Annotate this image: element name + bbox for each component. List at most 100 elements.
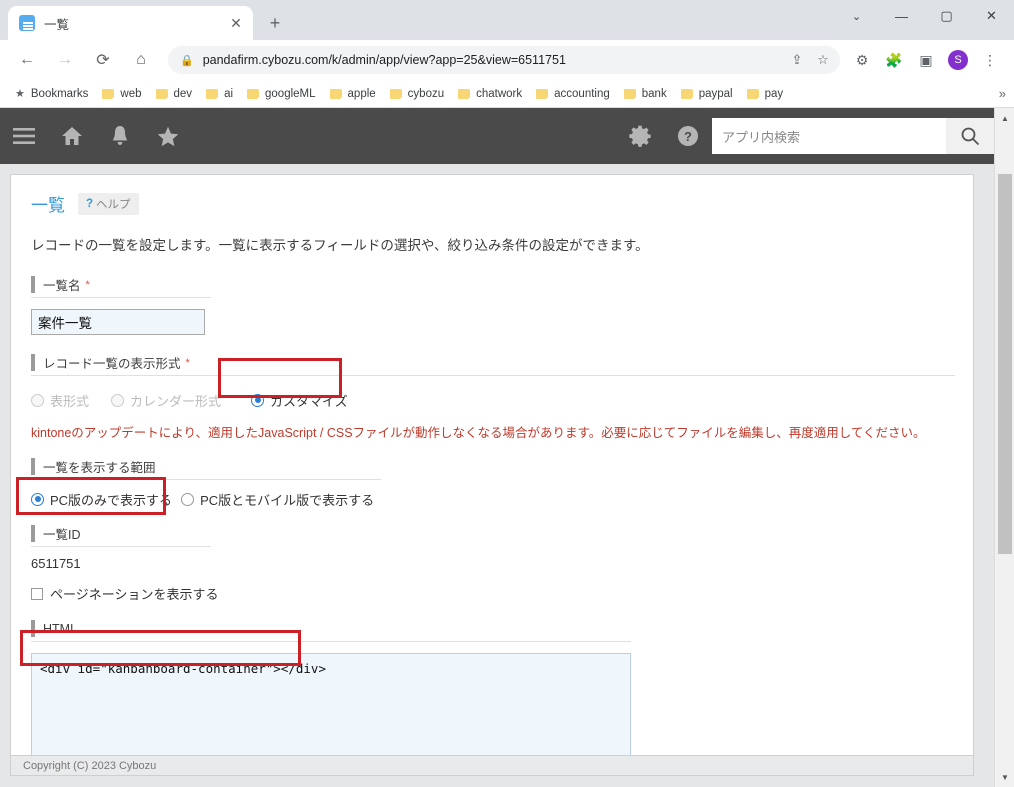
- help-button-label: ヘルプ: [96, 196, 131, 212]
- radio-label: カレンダー形式: [130, 391, 221, 410]
- bookmark-label: apple: [348, 88, 376, 100]
- radio-label: 表形式: [50, 391, 89, 410]
- bookmark-label: accounting: [554, 88, 610, 100]
- radio-label: PC版のみで表示する: [50, 490, 172, 509]
- page-title-row: 一覧 ? ヘルプ: [31, 191, 953, 216]
- kebab-menu-icon[interactable]: ⋮: [977, 47, 1003, 73]
- side-panel-icon[interactable]: ▣: [913, 47, 939, 73]
- bookmark-label: pay: [765, 88, 784, 100]
- close-window-icon[interactable]: ✕: [969, 0, 1014, 32]
- radio-option-calendar[interactable]: カレンダー形式: [111, 391, 221, 410]
- help-button[interactable]: ? ヘルプ: [78, 193, 139, 215]
- bookmark-item-dev[interactable]: dev: [149, 83, 200, 105]
- radio-option-customize[interactable]: カスタマイズ: [251, 391, 348, 410]
- radio-option-pc-and-mobile[interactable]: PC版とモバイル版で表示する: [181, 490, 374, 509]
- new-tab-button[interactable]: +: [261, 9, 289, 37]
- field-label-text: 一覧を表示する範囲: [43, 457, 156, 476]
- field-label: 一覧名 *: [31, 276, 953, 293]
- bookmark-label: googleML: [265, 88, 316, 100]
- bookmark-item-ai[interactable]: ai: [199, 83, 240, 105]
- radio-icon[interactable]: [111, 394, 124, 407]
- bookmark-item-chatwork[interactable]: chatwork: [451, 83, 529, 105]
- update-warning-text: kintoneのアップデートにより、適用したJavaScript / CSSファ…: [31, 424, 953, 443]
- radio-icon[interactable]: [181, 493, 194, 506]
- page-title: 一覧: [31, 191, 65, 216]
- bookmark-label: chatwork: [476, 88, 522, 100]
- view-name-input[interactable]: 案件一覧: [31, 309, 205, 335]
- forward-icon[interactable]: →: [51, 46, 79, 74]
- star-outline-icon[interactable]: ☆: [810, 47, 836, 73]
- folder-icon: [681, 89, 693, 99]
- folder-icon: [624, 89, 636, 99]
- copyright-footer: Copyright (C) 2023 Cybozu: [11, 755, 974, 775]
- field-label-text: HTML: [43, 622, 77, 636]
- hamburger-menu-icon[interactable]: [0, 108, 48, 164]
- share-icon[interactable]: ⇪: [784, 47, 810, 73]
- bookmark-item-web[interactable]: web: [95, 83, 148, 105]
- address-bar[interactable]: 🔒 pandafirm.cybozu.com/k/admin/app/view?…: [168, 46, 840, 74]
- divider: [31, 297, 211, 298]
- bookmarks-overflow-icon[interactable]: »: [999, 86, 1006, 101]
- bookmark-item-accounting[interactable]: accounting: [529, 83, 617, 105]
- checkbox-icon[interactable]: [31, 588, 43, 600]
- star-icon[interactable]: [144, 108, 192, 164]
- reload-icon[interactable]: ⟳: [89, 46, 117, 74]
- field-label: HTML: [31, 620, 953, 637]
- home-icon[interactable]: ⌂: [127, 46, 155, 74]
- field-html: HTML <div id="kanbanboard-container"></d…: [31, 620, 953, 776]
- scrollbar-thumb[interactable]: [998, 174, 1012, 554]
- extensions-icon[interactable]: 🧩: [881, 47, 907, 73]
- gear-icon[interactable]: [616, 108, 664, 164]
- pagination-checkbox-row[interactable]: ページネーションを表示する: [31, 584, 953, 603]
- scroll-up-icon[interactable]: ▲: [995, 108, 1014, 128]
- folder-icon: [206, 89, 218, 99]
- back-icon[interactable]: ←: [13, 46, 41, 74]
- avatar[interactable]: S: [948, 50, 968, 70]
- bookmark-item-cybozu[interactable]: cybozu: [383, 83, 451, 105]
- radio-label: PC版とモバイル版で表示する: [200, 490, 374, 509]
- kintone-header: ? アプリ内検索: [0, 108, 994, 164]
- radio-icon[interactable]: [31, 493, 44, 506]
- search-input[interactable]: アプリ内検索: [712, 118, 946, 154]
- browser-tab[interactable]: 一覧 ✕: [8, 6, 253, 40]
- close-icon[interactable]: ✕: [227, 14, 245, 32]
- bookmark-item-paypal[interactable]: paypal: [674, 83, 740, 105]
- chevron-down-icon[interactable]: ⌄: [834, 0, 879, 32]
- bookmark-label: web: [120, 88, 141, 100]
- radio-option-pc-only[interactable]: PC版のみで表示する: [31, 490, 172, 509]
- folder-icon: [330, 89, 342, 99]
- star-icon: ★: [15, 87, 25, 100]
- bookmark-label: Bookmarks: [31, 88, 89, 100]
- scroll-down-icon[interactable]: ▼: [995, 767, 1014, 787]
- vertical-scrollbar[interactable]: ▲ ▼: [994, 108, 1014, 787]
- minimize-icon[interactable]: —: [879, 0, 924, 32]
- bookmark-item-pay[interactable]: pay: [740, 83, 791, 105]
- browser-toolbar: ← → ⟳ ⌂ 🔒 pandafirm.cybozu.com/k/admin/a…: [0, 40, 1014, 80]
- radio-icon[interactable]: [31, 394, 44, 407]
- field-view-id: 一覧ID 6511751: [31, 525, 953, 571]
- radio-option-table[interactable]: 表形式: [31, 391, 89, 410]
- home-icon[interactable]: [48, 108, 96, 164]
- field-view-name: 一覧名 * 案件一覧: [31, 276, 953, 335]
- field-label-text: 一覧名: [43, 275, 81, 294]
- view-id-value: 6511751: [31, 556, 953, 571]
- radio-label: カスタマイズ: [270, 391, 348, 410]
- bookmark-item-bank[interactable]: bank: [617, 83, 674, 105]
- gear-icon[interactable]: ⚙: [849, 47, 875, 73]
- pagination-label: ページネーションを表示する: [50, 584, 218, 603]
- question-mark-icon: ?: [86, 198, 93, 210]
- required-mark: *: [86, 279, 90, 291]
- bookmark-item-googleml[interactable]: googleML: [240, 83, 323, 105]
- field-display-format: レコード一覧の表示形式 * 表形式 カレンダー形式: [31, 354, 953, 411]
- bookmark-root[interactable]: ★ Bookmarks: [8, 83, 95, 105]
- folder-icon: [156, 89, 168, 99]
- bell-icon[interactable]: [96, 108, 144, 164]
- radio-icon[interactable]: [251, 394, 264, 407]
- folder-icon: [747, 89, 759, 99]
- search-icon[interactable]: [946, 118, 994, 154]
- bookmark-item-apple[interactable]: apple: [323, 83, 383, 105]
- folder-icon: [390, 89, 402, 99]
- maximize-icon[interactable]: ▢: [924, 0, 969, 32]
- help-icon[interactable]: ?: [664, 108, 712, 164]
- display-range-radio-group: PC版のみで表示する PC版とモバイル版で表示する: [31, 488, 953, 510]
